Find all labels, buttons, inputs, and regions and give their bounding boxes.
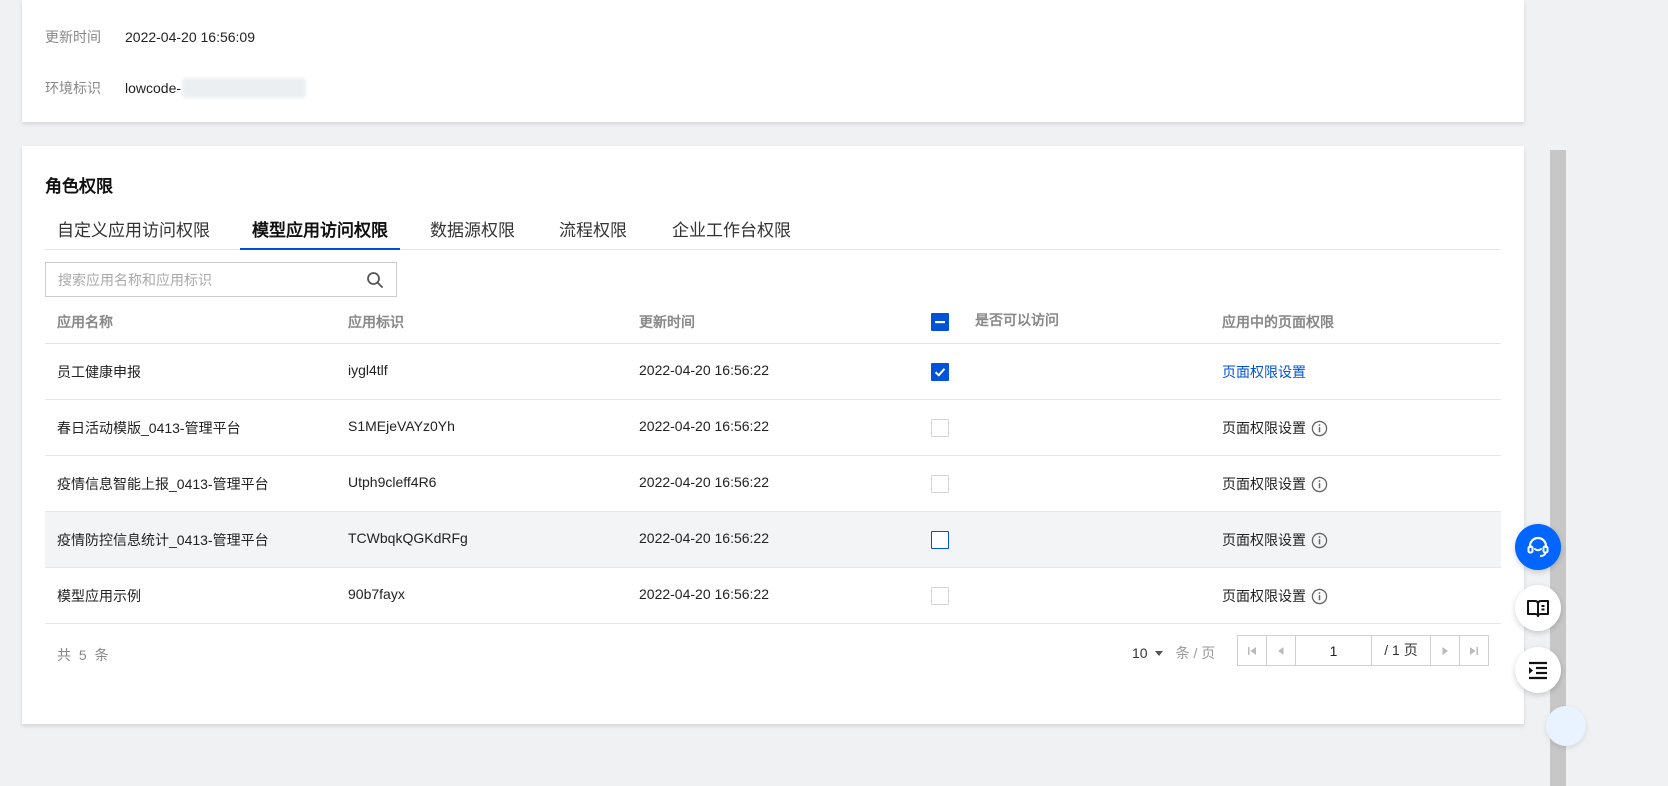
page-permission: 页面权限设置 <box>1222 474 1328 494</box>
updated-time: 2022-04-20 16:56:22 <box>639 418 769 434</box>
page-scrollbar-thumb[interactable] <box>1550 150 1566 786</box>
first-page-icon <box>1248 646 1256 655</box>
col-updated: 更新时间 <box>639 314 695 330</box>
outline-button[interactable] <box>1515 647 1561 693</box>
page-size-select[interactable]: 10 条 / 页 <box>1132 643 1215 663</box>
app-name: 模型应用示例 <box>57 588 141 604</box>
customer-service-icon <box>1527 536 1549 557</box>
table-row: 模型应用示例 90b7fayx 2022-04-20 16:56:22 页面权限… <box>45 568 1501 624</box>
env-row: 环境标识 lowcode- <box>45 78 307 98</box>
access-checkbox[interactable] <box>931 363 949 381</box>
table-row: 疫情信息智能上报_0413-管理平台 Utph9cleff4R6 2022-04… <box>45 456 1501 512</box>
book-icon <box>1527 600 1549 617</box>
total-count: 共 5 条 <box>57 647 111 663</box>
redacted-env-id <box>182 78 307 98</box>
pagination: / 1 页 <box>1237 635 1489 666</box>
app-id: 90b7fayx <box>348 586 405 602</box>
app-id: TCWbqkQGKdRFg <box>348 530 468 546</box>
outline-menu-icon <box>1529 661 1547 680</box>
search-box <box>45 262 397 297</box>
last-page-icon <box>1470 646 1478 655</box>
next-page-button[interactable] <box>1430 636 1459 665</box>
page-size-value: 10 <box>1132 645 1148 661</box>
page-size-unit: 条 / 页 <box>1175 645 1216 661</box>
col-page-permission: 应用中的页面权限 <box>1222 314 1334 330</box>
update-time-label: 更新时间 <box>45 29 101 45</box>
app-id: iygl4tlf <box>348 362 388 378</box>
select-all-checkbox[interactable] <box>931 313 949 331</box>
app-name: 疫情信息智能上报_0413-管理平台 <box>57 476 269 492</box>
tab-model-app-access[interactable]: 模型应用访问权限 <box>240 218 400 250</box>
page-permission-label: 页面权限设置 <box>1222 420 1306 436</box>
table-row: 春日活动模版_0413-管理平台 S1MEjeVAYz0Yh 2022-04-2… <box>45 400 1501 456</box>
page-permission-label: 页面权限设置 <box>1222 588 1306 604</box>
page-permission: 页面权限设置 <box>1222 586 1328 606</box>
search-icon[interactable] <box>366 271 384 289</box>
page-number-input[interactable] <box>1296 636 1372 665</box>
search-input[interactable] <box>58 271 366 288</box>
app-id: Utph9cleff4R6 <box>348 474 437 490</box>
prev-page-icon <box>1278 646 1284 655</box>
info-icon[interactable] <box>1311 476 1328 493</box>
prev-page-button[interactable] <box>1267 636 1296 665</box>
updated-time: 2022-04-20 16:56:22 <box>639 586 769 602</box>
access-checkbox[interactable] <box>931 419 949 437</box>
access-checkbox[interactable] <box>931 531 949 549</box>
app-name: 员工健康申报 <box>57 364 141 380</box>
first-page-button[interactable] <box>1238 636 1267 665</box>
docs-button[interactable] <box>1515 585 1561 631</box>
page-permission: 页面权限设置 <box>1222 418 1328 438</box>
last-page-button[interactable] <box>1459 636 1488 665</box>
updated-time: 2022-04-20 16:56:22 <box>639 362 769 378</box>
page-permission-label: 页面权限设置 <box>1222 532 1306 548</box>
tab-datasource[interactable]: 数据源权限 <box>418 218 527 250</box>
app-id: S1MEjeVAYz0Yh <box>348 418 455 434</box>
updated-time: 2022-04-20 16:56:22 <box>639 530 769 546</box>
env-label: 环境标识 <box>45 80 101 96</box>
tab-custom-app-access[interactable]: 自定义应用访问权限 <box>45 218 222 250</box>
update-time-value: 2022-04-20 16:56:09 <box>125 29 255 45</box>
info-icon[interactable] <box>1311 532 1328 549</box>
section-title: 角色权限 <box>45 177 113 196</box>
col-access: 是否可以访问 <box>975 312 1059 328</box>
customer-service-button[interactable] <box>1515 524 1561 570</box>
access-checkbox[interactable] <box>931 475 949 493</box>
table-row: 疫情防控信息统计_0413-管理平台 TCWbqkQGKdRFg 2022-04… <box>45 512 1501 568</box>
permission-tabs: 自定义应用访问权限 模型应用访问权限 数据源权限 流程权限 企业工作台权限 <box>45 218 1501 250</box>
updated-time: 2022-04-20 16:56:22 <box>639 474 769 490</box>
next-page-icon <box>1442 646 1448 655</box>
app-name: 疫情防控信息统计_0413-管理平台 <box>57 532 269 548</box>
env-value: lowcode- <box>125 80 182 96</box>
assistant-avatar[interactable] <box>1546 706 1586 746</box>
table-row: 员工健康申报 iygl4tlf 2022-04-20 16:56:22 页面权限… <box>45 344 1501 400</box>
col-app-id: 应用标识 <box>348 314 404 330</box>
page-permission-label: 页面权限设置 <box>1222 476 1306 492</box>
caret-down-icon <box>1154 651 1163 656</box>
info-icon[interactable] <box>1311 588 1328 605</box>
total-pages: / 1 页 <box>1384 642 1418 658</box>
tab-workflow[interactable]: 流程权限 <box>547 218 639 250</box>
col-app-name: 应用名称 <box>57 314 113 330</box>
update-time-row: 更新时间 2022-04-20 16:56:09 <box>45 27 255 47</box>
page-permission-link[interactable]: 页面权限设置 <box>1222 362 1306 382</box>
tab-enterprise-workbench[interactable]: 企业工作台权限 <box>660 218 803 250</box>
page-permission: 页面权限设置 <box>1222 530 1328 550</box>
app-name: 春日活动模版_0413-管理平台 <box>57 420 241 436</box>
access-checkbox[interactable] <box>931 587 949 605</box>
app-permission-table: 应用名称 应用标识 更新时间 是否可以访问 应用中的页面权限 员工健康申报 iy… <box>45 298 1501 624</box>
role-permission-card: 角色权限 自定义应用访问权限 模型应用访问权限 数据源权限 流程权限 企业工作台… <box>22 146 1524 724</box>
basic-info-card: 更新时间 2022-04-20 16:56:09 环境标识 lowcode- <box>22 0 1524 122</box>
info-icon[interactable] <box>1311 420 1328 437</box>
table-header: 应用名称 应用标识 更新时间 是否可以访问 应用中的页面权限 <box>45 298 1501 344</box>
